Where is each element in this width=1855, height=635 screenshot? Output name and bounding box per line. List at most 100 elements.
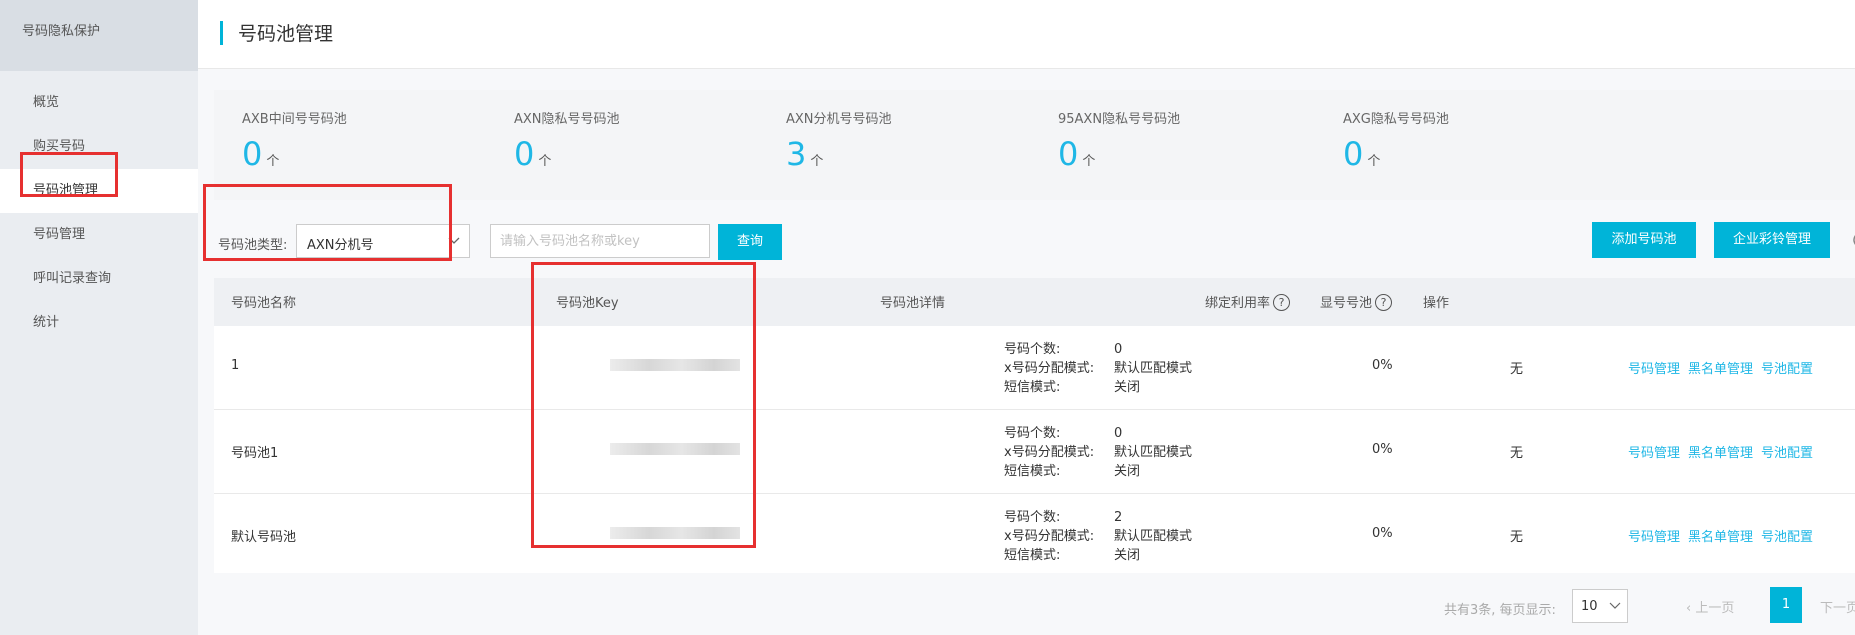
pool-type-value: AXN分机号 [307,238,374,253]
page-size-select[interactable]: 10 [1572,589,1628,623]
detail-key: 号码个数: [1004,342,1061,357]
add-pool-button[interactable]: 添加号码池 [1592,222,1696,258]
total-count-label: 共有3条, 每页显示: [1444,603,1556,618]
detail-mode: 默认匹配模式 [1114,445,1193,460]
ringtone-management-button[interactable]: 企业彩铃管理 [1714,222,1830,258]
number-management-link[interactable]: 号码管理 [1628,530,1680,545]
number-management-link[interactable]: 号码管理 [1628,362,1680,377]
blacklist-management-link[interactable]: 黑名单管理 [1688,446,1753,461]
chevron-down-icon [448,237,460,244]
stat-value: 3 [786,135,807,173]
chevron-left-icon: ‹ [1686,601,1696,616]
stat-label: AXG隐私号号码池 [1343,112,1449,127]
detail-key: x号码分配模式: [1004,361,1095,376]
row-actions: 号码管理 黑名单管理 号池配置 [1628,526,1821,545]
main-content: 号码池管理 AXB中间号号码池 0个 AXN隐私号号码池 0个 AXN分机号号码… [198,0,1855,635]
stat-unit: 个 [1367,154,1381,169]
detail-key: x号码分配模式: [1004,529,1095,544]
stat-label: AXN分机号号码池 [786,112,892,127]
blacklist-management-link[interactable]: 黑名单管理 [1688,530,1753,545]
prev-page-button[interactable]: ‹ 上一页 [1686,597,1734,616]
pool-detail: 号码个数: 2 x号码分配模式: 默认匹配模式 短信模式: 关闭 [1004,508,1192,565]
detail-key: 号码个数: [1004,510,1061,525]
binding-rate: 0% [1372,526,1393,541]
stat-unit: 个 [538,154,552,169]
filter-bar: 号码池类型: AXN分机号 查询 添加号码池 企业彩铃管理 [214,222,1855,264]
blacklist-management-link[interactable]: 黑名单管理 [1688,362,1753,377]
show-header-label: 显号号池 [1320,296,1373,311]
pool-name: 默认号码池 [231,530,297,545]
binding-rate: 0% [1372,358,1393,373]
stat-axb: AXB中间号号码池 0个 [242,108,347,179]
table-row: 默认号码池 号码个数: 2 x号码分配模式: 默认匹配模式 短信模式: 关闭 0% 无… [214,494,1855,578]
pool-config-link[interactable]: 号池配置 [1761,530,1813,545]
pool-detail: 号码个数: 0 x号码分配模式: 默认匹配模式 短信模式: 关闭 [1004,424,1192,481]
query-button[interactable]: 查询 [718,224,782,260]
stat-value: 0 [1343,135,1364,173]
stat-label: AXB中间号号码池 [242,112,347,127]
pool-table: 号码池名称 号码池Key 号码池详情 绑定利用率? 显号号池? 操作 1 号码个… [214,278,1855,578]
help-icon[interactable]: ? [1273,294,1291,311]
stat-label: 95AXN隐私号号码池 [1058,112,1181,127]
sidebar-item-overview[interactable]: 概览 [0,81,198,125]
sidebar: 号码隐私保护 概览 购买号码 号码池管理 号码管理 呼叫记录查询 统计 [0,0,198,635]
prev-page-label: 上一页 [1695,601,1735,616]
page-header: 号码池管理 [198,0,1855,69]
sidebar-item-call-records[interactable]: 呼叫记录查询 [0,257,198,301]
detail-count: 0 [1114,342,1123,357]
table-row: 号码池1 号码个数: 0 x号码分配模式: 默认匹配模式 短信模式: 关闭 0% 无 … [214,410,1855,494]
page-title: 号码池管理 [238,23,334,45]
sidebar-title: 号码隐私保护 [0,0,198,71]
column-header-key: 号码池Key [556,296,619,311]
sidebar-item-pool-management[interactable]: 号码池管理 [0,169,198,213]
pool-type-label: 号码池类型: [218,238,288,253]
refresh-icon[interactable] [1850,229,1855,251]
number-management-link[interactable]: 号码管理 [1628,446,1680,461]
current-page-button[interactable]: 1 [1770,587,1802,623]
detail-key: 号码个数: [1004,426,1061,441]
column-header-show: 显号号池? [1320,292,1393,311]
pool-key-blurred [610,359,740,371]
pool-config-link[interactable]: 号池配置 [1761,446,1813,461]
stats-panel: AXB中间号号码池 0个 AXN隐私号号码池 0个 AXN分机号号码池 3个 9… [214,90,1855,200]
stat-axn-extension: AXN分机号号码池 3个 [786,108,892,179]
search-input[interactable] [490,224,710,258]
sidebar-item-number-management[interactable]: 号码管理 [0,213,198,257]
page-size-value: 10 [1581,599,1598,614]
pool-key-blurred [610,443,740,455]
row-actions: 号码管理 黑名单管理 号池配置 [1628,442,1821,461]
detail-key: 短信模式: [1004,380,1061,395]
title-accent-bar [220,21,223,45]
table-header: 号码池名称 号码池Key 号码池详情 绑定利用率? 显号号池? 操作 [214,278,1855,326]
detail-count: 2 [1114,510,1123,525]
sidebar-item-statistics[interactable]: 统计 [0,301,198,345]
detail-mode: 默认匹配模式 [1114,529,1193,544]
chevron-down-icon [1609,602,1621,609]
show-pool: 无 [1510,530,1524,545]
stat-unit: 个 [266,154,280,169]
rate-header-label: 绑定利用率 [1205,296,1271,311]
detail-key: x号码分配模式: [1004,445,1095,460]
pool-type-select[interactable]: AXN分机号 [296,224,470,258]
detail-count: 0 [1114,426,1123,441]
help-icon[interactable]: ? [1375,294,1393,311]
detail-sms: 关闭 [1114,464,1141,479]
sidebar-item-buy-number[interactable]: 购买号码 [0,125,198,169]
table-row: 1 号码个数: 0 x号码分配模式: 默认匹配模式 短信模式: 关闭 0% 无 号码管… [214,326,1855,410]
column-header-ops: 操作 [1423,296,1450,311]
stat-unit: 个 [810,154,824,169]
stat-axn-private: AXN隐私号号码池 0个 [514,108,620,179]
column-header-rate: 绑定利用率? [1205,292,1291,311]
detail-sms: 关闭 [1114,548,1141,563]
stat-axg: AXG隐私号号码池 0个 [1343,108,1449,179]
next-page-button[interactable]: 下一页 [1820,597,1855,616]
pool-key-blurred [610,527,740,539]
detail-mode: 默认匹配模式 [1114,361,1193,376]
pagination: 共有3条, 每页显示: 10 ‹ 上一页 1 下一页 [214,573,1855,635]
row-actions: 号码管理 黑名单管理 号池配置 [1628,358,1821,377]
show-pool: 无 [1510,362,1524,377]
stat-value: 0 [514,135,535,173]
pool-name: 号码池1 [231,446,279,461]
pool-config-link[interactable]: 号池配置 [1761,362,1813,377]
binding-rate: 0% [1372,442,1393,457]
